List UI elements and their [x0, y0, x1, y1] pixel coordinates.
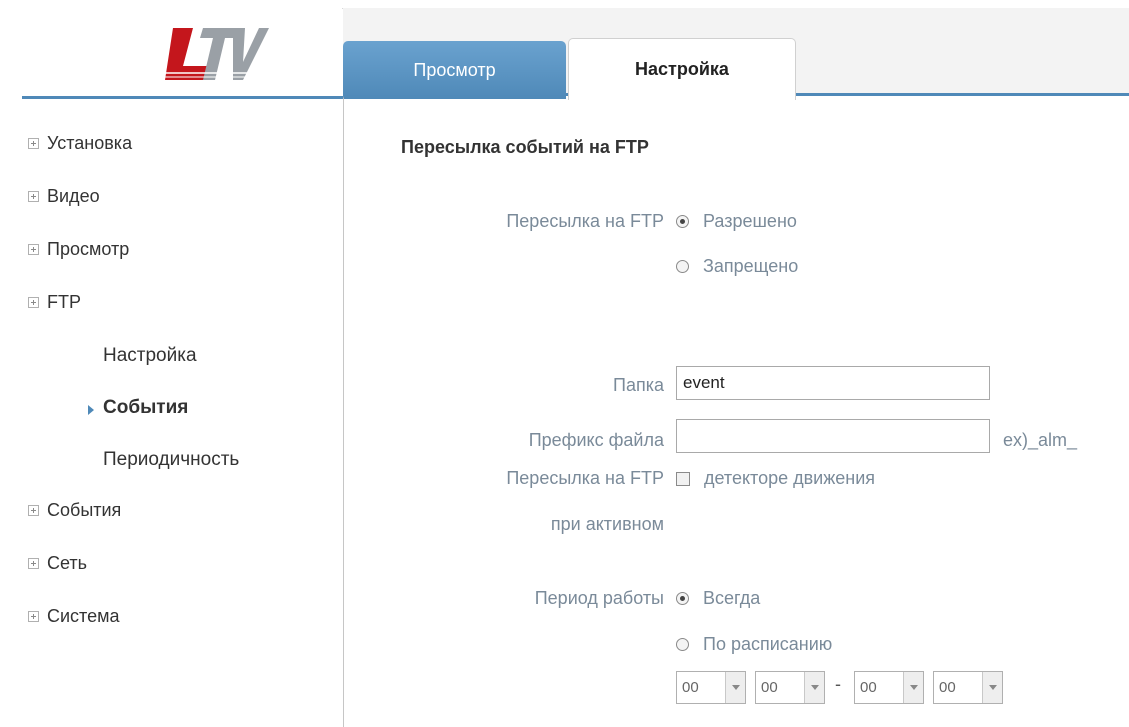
- expand-icon: [28, 611, 39, 622]
- ltv-logo: [159, 28, 269, 80]
- radio-icon[interactable]: [676, 260, 689, 273]
- sidebar-subitem-ftp-events[interactable]: События: [103, 397, 188, 419]
- expand-icon: [28, 505, 39, 516]
- upload-trigger-label-line2: при активном: [550, 514, 664, 534]
- folder-input[interactable]: [676, 366, 990, 400]
- ftp-upload-label: Пересылка на FTP: [506, 211, 664, 231]
- time-range-separator: -: [835, 674, 841, 694]
- chevron-down-icon: [725, 672, 745, 703]
- sidebar-item-label: События: [47, 500, 122, 520]
- sidebar-item-system[interactable]: Система: [28, 606, 120, 627]
- tab-settings[interactable]: Настройка: [568, 38, 796, 100]
- sidebar-item-label: Система: [47, 606, 120, 626]
- option-label: Запрещено: [703, 256, 799, 276]
- checkbox[interactable]: [676, 471, 690, 486]
- end-minute-select[interactable]: 00: [933, 671, 1003, 704]
- sidebar-item-label: Просмотр: [47, 239, 130, 259]
- sidebar-item-view[interactable]: Просмотр: [28, 239, 129, 260]
- file-prefix-label: Префикс файла: [528, 430, 664, 450]
- sidebar-item-network[interactable]: Сеть: [28, 553, 87, 574]
- expand-icon: [28, 138, 39, 149]
- sidebar-item-setup[interactable]: Установка: [28, 133, 132, 154]
- sidebar-item-label: Сеть: [47, 553, 88, 573]
- select-value: 00: [860, 679, 877, 696]
- option-label: По расписанию: [703, 634, 833, 654]
- sidebar-subitem-ftp-settings[interactable]: Настройка: [103, 345, 197, 367]
- tab-view[interactable]: Просмотр: [343, 41, 566, 99]
- upload-trigger-label: Пересылка на FTP: [506, 468, 664, 488]
- logo-area: [22, 8, 342, 96]
- chevron-down-icon: [982, 672, 1002, 703]
- sidebar-item-label: FTP: [47, 292, 81, 312]
- expand-icon: [28, 244, 39, 255]
- sidebar: Установка Видео Просмотр FTP Настройка С…: [22, 96, 344, 727]
- sidebar-item-label: Установка: [47, 133, 133, 153]
- chevron-down-icon: [903, 672, 923, 703]
- end-hour-select[interactable]: 00: [854, 671, 924, 704]
- active-arrow-icon: [88, 405, 94, 415]
- radio-icon[interactable]: [676, 638, 689, 651]
- motion-detector-checkbox-option[interactable]: детекторе движения: [676, 468, 875, 489]
- sidebar-item-ftp[interactable]: FTP: [28, 292, 81, 313]
- expand-icon: [28, 191, 39, 202]
- sidebar-item-events[interactable]: События: [28, 500, 121, 521]
- chevron-down-icon: [804, 672, 824, 703]
- expand-icon: [28, 297, 39, 308]
- radio-selected-icon[interactable]: [676, 592, 689, 605]
- radio-selected-icon[interactable]: [676, 215, 689, 228]
- select-value: 00: [761, 679, 778, 696]
- folder-label: Папка: [613, 375, 664, 395]
- work-period-schedule-option[interactable]: По расписанию: [676, 634, 832, 655]
- sidebar-item-video[interactable]: Видео: [28, 186, 100, 207]
- page-title: Пересылка событий на FTP: [401, 137, 649, 157]
- file-prefix-hint: ex)_alm_: [1003, 430, 1078, 450]
- ftp-upload-enabled-option[interactable]: Разрешено: [676, 211, 797, 232]
- main-content: Пересылка событий на FTP Пересылка на FT…: [345, 99, 1129, 727]
- work-period-label: Период работы: [534, 588, 664, 608]
- option-label: Разрешено: [703, 211, 797, 231]
- checkbox-label: детекторе движения: [704, 468, 876, 488]
- start-minute-select[interactable]: 00: [755, 671, 825, 704]
- select-value: 00: [682, 679, 699, 696]
- sidebar-item-label: Видео: [47, 186, 100, 206]
- option-label: Всегда: [703, 588, 761, 608]
- start-hour-select[interactable]: 00: [676, 671, 746, 704]
- expand-icon: [28, 558, 39, 569]
- file-prefix-input[interactable]: [676, 419, 990, 453]
- select-value: 00: [939, 679, 956, 696]
- tab-bar: Просмотр Настройка: [343, 8, 1129, 100]
- ftp-upload-disabled-option[interactable]: Запрещено: [676, 256, 798, 277]
- work-period-always-option[interactable]: Всегда: [676, 588, 760, 609]
- sidebar-subitem-ftp-periodicity[interactable]: Периодичность: [103, 449, 239, 471]
